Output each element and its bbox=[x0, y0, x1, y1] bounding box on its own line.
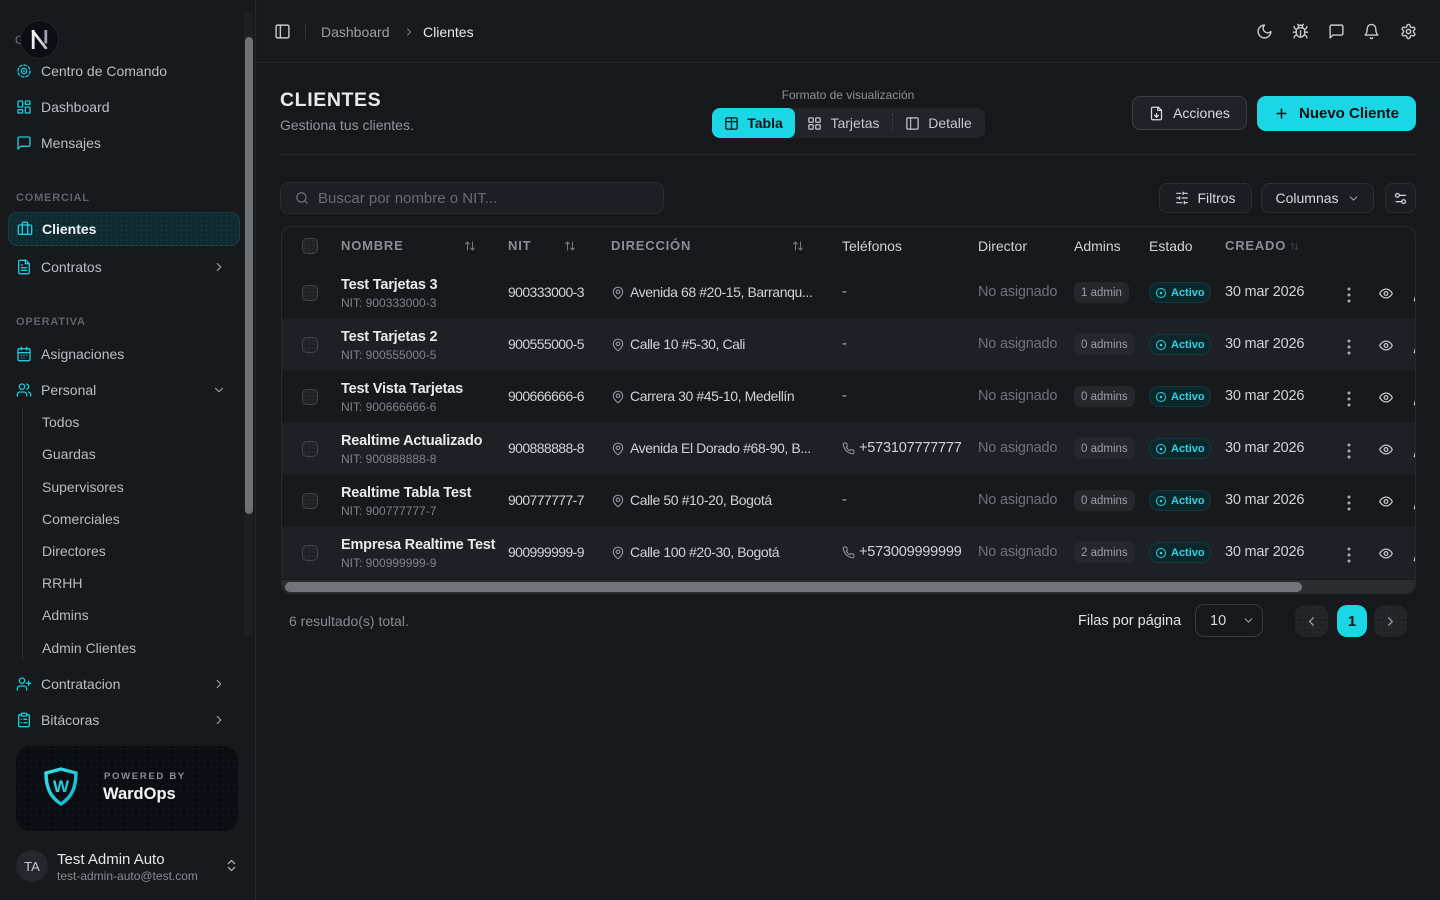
svg-text:W: W bbox=[53, 777, 70, 796]
